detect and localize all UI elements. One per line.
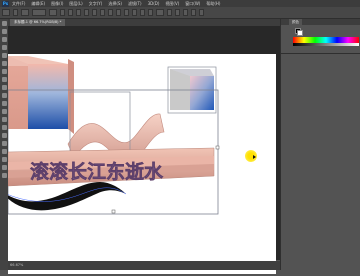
transform-handle[interactable]: [111, 209, 116, 214]
menu-3d[interactable]: 3D(D): [148, 1, 160, 6]
document-tab-bar: 未标题-1 @ 66.7%(RGB/8) *: [8, 19, 280, 26]
menu-select[interactable]: 选择(S): [108, 1, 122, 7]
3d-slide-icon[interactable]: [191, 9, 196, 16]
pen-tool-icon[interactable]: [1, 133, 7, 138]
align-top-icon[interactable]: [60, 9, 65, 16]
align-left-icon[interactable]: [84, 9, 89, 16]
healing-brush-tool-icon[interactable]: [1, 69, 7, 74]
move-tool-icon[interactable]: [1, 21, 7, 26]
gradient-tool-icon[interactable]: [1, 109, 7, 114]
align-bottom-icon[interactable]: [76, 9, 81, 16]
brush-tool-icon[interactable]: [1, 77, 7, 82]
artwork-text: 滚滚长江东逝水: [30, 160, 164, 183]
menu-edit[interactable]: 编辑(E): [31, 1, 45, 7]
shape-tool-icon[interactable]: [1, 157, 7, 162]
cube-small[interactable]: [170, 69, 214, 110]
align-middle-icon[interactable]: [68, 9, 73, 16]
history-brush-tool-icon[interactable]: [1, 93, 7, 98]
menu-view[interactable]: 视图(V): [165, 1, 179, 7]
panel-divider: [281, 53, 360, 54]
artwork: 滚滚长江东逝水: [1, 56, 220, 215]
move-tool-icon[interactable]: [2, 9, 10, 16]
menu-type[interactable]: 文字(Y): [89, 1, 103, 7]
zoom-level[interactable]: 66.67%: [10, 263, 23, 267]
dodge-tool-icon[interactable]: [1, 125, 7, 130]
3d-pan-icon[interactable]: [183, 9, 188, 16]
distribute-right-icon[interactable]: [148, 9, 153, 16]
3d-roll-icon[interactable]: [175, 9, 180, 16]
transform-controls-checkbox[interactable]: [49, 9, 57, 16]
right-panel: 颜色: [280, 19, 360, 270]
panel-header: 颜色: [281, 19, 360, 25]
canvas-area: 滚滚长江东逝水: [1, 26, 280, 274]
hand-tool-icon[interactable]: [1, 165, 7, 170]
3d-mode-icon[interactable]: [156, 9, 164, 16]
zoom-tool-icon[interactable]: [1, 173, 7, 178]
distribute-bottom-icon[interactable]: [124, 9, 129, 16]
crop-tool-icon[interactable]: [1, 53, 7, 58]
app-logo-icon: Ps: [2, 0, 9, 7]
auto-select-checkbox[interactable]: [21, 9, 29, 16]
tab-color[interactable]: 颜色: [289, 19, 302, 25]
marquee-tool-icon[interactable]: [1, 29, 7, 34]
blur-tool-icon[interactable]: [1, 117, 7, 122]
status-bar: 66.67%: [8, 261, 282, 270]
distribute-center-icon[interactable]: [140, 9, 145, 16]
transform-handle[interactable]: [215, 145, 220, 150]
3d-rotate-icon[interactable]: [167, 9, 172, 16]
background-color-swatch[interactable]: [297, 30, 303, 36]
menu-image[interactable]: 图像(I): [51, 1, 63, 7]
menu-file[interactable]: 文件(F): [12, 1, 25, 7]
options-bar: [0, 7, 360, 19]
quick-select-tool-icon[interactable]: [1, 45, 7, 50]
type-tool-icon[interactable]: [1, 141, 7, 146]
extruded-text[interactable]: 滚滚长江东逝水: [7, 147, 215, 187]
grayscale-ramp[interactable]: [293, 43, 359, 46]
path-select-tool-icon[interactable]: [1, 149, 7, 154]
menu-filter[interactable]: 滤镜(T): [128, 1, 142, 7]
eyedropper-tool-icon[interactable]: [1, 61, 7, 66]
black-swoosh[interactable]: [1, 182, 127, 211]
menu-layer[interactable]: 图层(L): [69, 1, 82, 7]
mouse-pointer-icon: [253, 155, 256, 159]
distribute-top-icon[interactable]: [108, 9, 113, 16]
distribute-left-icon[interactable]: [132, 9, 137, 16]
layer-select-dropdown[interactable]: [32, 9, 46, 16]
eraser-tool-icon[interactable]: [1, 101, 7, 106]
menu-bar: Ps 文件(F) 编辑(E) 图像(I) 图层(L) 文字(Y) 选择(S) 滤…: [0, 0, 360, 7]
clone-stamp-tool-icon[interactable]: [1, 85, 7, 90]
dropdown-arrow-icon[interactable]: [13, 9, 18, 16]
document-tab[interactable]: 未标题-1 @ 66.7%(RGB/8) *: [10, 19, 66, 26]
3d-scale-icon[interactable]: [199, 9, 204, 16]
menu-help[interactable]: 帮助(H): [206, 1, 220, 7]
menu-window[interactable]: 窗口(W): [185, 1, 200, 7]
document-canvas[interactable]: 滚滚长江东逝水: [1, 54, 276, 274]
cube-large[interactable]: [8, 56, 74, 134]
align-center-icon[interactable]: [92, 9, 97, 16]
lasso-tool-icon[interactable]: [1, 37, 7, 42]
align-right-icon[interactable]: [100, 9, 105, 16]
distribute-middle-icon[interactable]: [116, 9, 121, 16]
